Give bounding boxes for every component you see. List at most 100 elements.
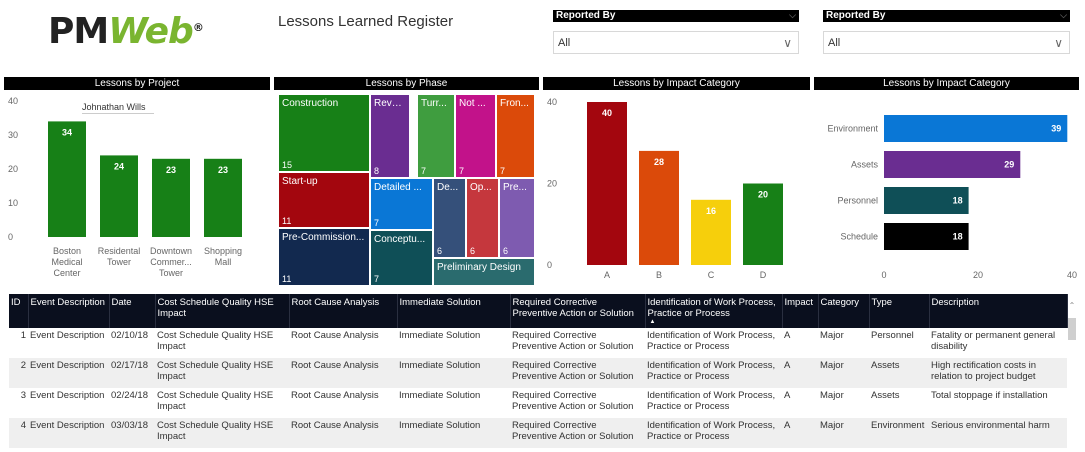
table-cell: Event Description	[28, 418, 109, 448]
column-header[interactable]: Category	[818, 294, 870, 328]
y-tick-label: 40	[547, 97, 557, 107]
treemap-tile-value: 7	[374, 274, 380, 284]
tooltip-text: Johnathan Wills	[82, 102, 146, 112]
pmweb-logo: PMWeb®	[48, 12, 204, 52]
treemap-tile[interactable]: De... 6	[433, 178, 466, 258]
table-cell: High rectification costs in relation to …	[929, 358, 1067, 388]
x-tick-label: Boston Medical Center	[51, 246, 82, 278]
sort-ascending-icon[interactable]: ▲	[650, 319, 780, 325]
x-tick-label: Shopping Mall	[204, 246, 242, 267]
filter-select[interactable]: All ∨	[553, 31, 799, 54]
table-cell: Root Cause Analysis	[289, 418, 397, 448]
table-cell: Assets	[869, 358, 929, 388]
column-header[interactable]: Date	[109, 294, 156, 328]
x-tick-label: B	[656, 270, 662, 280]
column-header[interactable]: Cost Schedule Quality HSE Impact	[155, 294, 290, 328]
table-cell: Event Description	[28, 358, 109, 388]
treemap-tile-value: 11	[282, 216, 292, 226]
filter-header: Reported By ⌵	[553, 10, 799, 22]
x-tick-label-line: Center	[53, 268, 80, 278]
table-cell: A	[784, 390, 791, 401]
table-cell: Environment	[869, 418, 929, 448]
treemap-tile[interactable]: Pre-Commission... 11	[278, 228, 370, 286]
table-cell: Root Cause Analysis	[291, 390, 379, 401]
data-label: 24	[114, 161, 124, 171]
treemap-tile[interactable]: Conceptu... 7	[370, 230, 433, 286]
column-header[interactable]: Type	[869, 294, 930, 328]
data-label: 34	[62, 127, 72, 137]
treemap-tile-value: 8	[374, 166, 380, 176]
treemap-tile-value: 6	[437, 246, 443, 256]
treemap-tile[interactable]: Not ... 7	[455, 94, 496, 178]
chevron-down-icon[interactable]: ∨	[783, 32, 792, 55]
filter-select[interactable]: All ∨	[823, 31, 1070, 54]
table-cell: Cost Schedule Quality HSE Impact	[157, 330, 274, 352]
y-tick-label: 20	[547, 179, 557, 189]
tooltip: Johnathan Wills	[82, 92, 154, 114]
column-header[interactable]: Description	[929, 294, 1068, 328]
table-cell: Cost Schedule Quality HSE Impact	[155, 358, 289, 388]
y-tick-label: Schedule	[840, 232, 878, 242]
data-label: 29	[1004, 160, 1014, 170]
treemap-tile[interactable]: Detailed ... 7	[370, 178, 433, 230]
table-cell: Immediate Solution	[399, 330, 481, 341]
column-header[interactable]: Root Cause Analysis	[289, 294, 398, 328]
y-tick-label: 20	[8, 164, 18, 174]
treemap-tile[interactable]: Preliminary Design	[433, 258, 535, 286]
caret-up-icon[interactable]: ⌃	[1067, 302, 1077, 310]
x-tick-label-line: Residental	[98, 246, 141, 256]
treemap-tile-label: Pre...	[503, 182, 527, 193]
impact-bar-chart: 0 20 40 40 A 28 B 16 C 20 D	[547, 97, 783, 280]
table-row[interactable]: 3 Event Description 02/24/18 Cost Schedule …	[9, 388, 1067, 418]
table-cell: Cost Schedule Quality HSE Impact	[157, 390, 274, 412]
logo-registered-mark: ®	[192, 21, 204, 34]
reported-by-filter-1[interactable]: Reported By ⌵ All ∨	[553, 10, 799, 54]
column-header-label: Type	[871, 297, 893, 308]
column-header-label: Root Cause Analysis	[291, 297, 380, 308]
impact-chart-title: Lessons by Impact Category	[543, 77, 810, 90]
table-row[interactable]: 2 Event Description 02/17/18 Cost Schedule …	[9, 358, 1067, 388]
treemap-tile[interactable]: Pre... 6	[499, 178, 535, 258]
table-cell: Immediate Solution	[397, 418, 510, 448]
column-header[interactable]: Required Corrective Preventive Action or…	[510, 294, 646, 328]
y-tick-label: Personnel	[837, 196, 878, 206]
treemap-tile-value: 15	[282, 160, 293, 170]
column-header[interactable]: Identification of Work Process, Practice…	[645, 294, 783, 328]
treemap-tile[interactable]: Construction 15	[278, 94, 370, 172]
table-row[interactable]: 4 Event Description 03/03/18 Cost Schedule …	[9, 418, 1067, 448]
table-cell: 2	[9, 358, 28, 388]
treemap-tile-label: Turr...	[421, 98, 447, 109]
column-header-label: Required Corrective Preventive Action or…	[512, 297, 634, 319]
table-cell: Required Corrective Preventive Action or…	[510, 358, 645, 388]
x-tick-label: Residental Tower	[98, 246, 141, 267]
treemap-tile[interactable]: Revamp 8	[370, 94, 410, 178]
column-header[interactable]: Impact	[782, 294, 819, 328]
table-cell: Root Cause Analysis	[289, 358, 397, 388]
data-label: 39	[1051, 124, 1061, 134]
table-cell: Major	[818, 418, 869, 448]
x-tick-label-line: Commer...	[150, 257, 192, 267]
chevron-down-icon[interactable]: ∨	[1054, 32, 1063, 55]
table-cell: Personnel	[871, 330, 914, 341]
table-cell: 1	[20, 330, 26, 341]
project-bar-chart: 0 10 20 30 40 34 Boston Medical Center 24 Resident…	[8, 96, 242, 278]
scrollbar-thumb[interactable]	[1068, 318, 1076, 340]
reported-by-filter-2[interactable]: Reported By ⌵ All ∨	[823, 10, 1070, 54]
treemap-tile[interactable]: Op... 6	[466, 178, 499, 258]
page-title: Lessons Learned Register	[278, 13, 454, 30]
table-row[interactable]: 1 Event Description 02/10/18 Cost Schedule …	[9, 328, 1067, 358]
column-header[interactable]: Event Description	[28, 294, 110, 328]
treemap-tile[interactable]: Start-up 11	[278, 172, 370, 228]
filter-value: All	[558, 37, 571, 49]
column-header-label: Event Description	[30, 297, 105, 308]
table-cell: 02/10/18	[111, 330, 148, 341]
chevron-down-icon: ⌵	[789, 10, 796, 20]
treemap-tile[interactable]: Fron... 7	[496, 94, 535, 178]
treemap-tile[interactable]: Turr... 7	[417, 94, 455, 178]
table-cell: Event Description	[30, 390, 105, 401]
column-header[interactable]: ID	[9, 294, 29, 328]
data-label: 18	[953, 232, 963, 242]
treemap-tile-value: 6	[503, 246, 509, 256]
column-header[interactable]: Immediate Solution	[397, 294, 511, 328]
x-tick-label: 20	[973, 270, 983, 280]
